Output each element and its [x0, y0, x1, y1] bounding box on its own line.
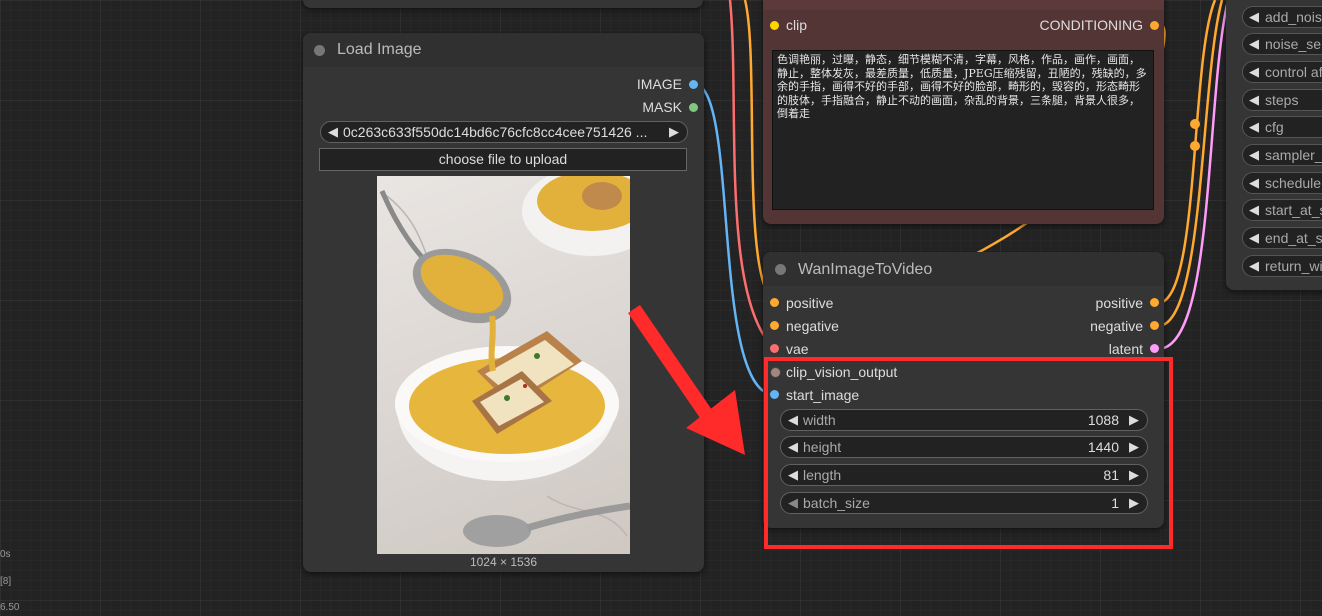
- stat-time: 0s: [0, 549, 11, 560]
- sampler-widget-cfg[interactable]: ◀ cfg: [1242, 116, 1322, 138]
- arrow-left-icon[interactable]: ◀: [1249, 230, 1259, 246]
- sampler-widget-start-at-step[interactable]: ◀ start_at_s: [1242, 199, 1322, 221]
- arrow-left-icon[interactable]: ◀: [1249, 119, 1259, 135]
- arrow-left-icon[interactable]: ◀: [1249, 64, 1259, 80]
- arrow-left-icon[interactable]: ◀: [1249, 258, 1259, 274]
- sampler-widget-add-noise[interactable]: ◀ add_nois: [1242, 6, 1322, 28]
- annotation-arrow-icon: [628, 305, 745, 455]
- sampler-widget-end-at-step[interactable]: ◀ end_at_s: [1242, 227, 1322, 249]
- arrow-left-icon[interactable]: ◀: [1249, 147, 1259, 163]
- sampler-widget-scheduler[interactable]: ◀ schedule: [1242, 172, 1322, 194]
- sampler-widget-steps[interactable]: ◀ steps: [1242, 89, 1322, 111]
- stat-queue: [8]: [0, 576, 12, 587]
- arrow-left-icon[interactable]: ◀: [1249, 92, 1259, 108]
- arrow-left-icon[interactable]: ◀: [1249, 202, 1259, 218]
- arrow-left-icon[interactable]: ◀: [1249, 9, 1259, 25]
- sampler-widget-noise-seed[interactable]: ◀ noise_se: [1242, 33, 1322, 55]
- arrow-left-icon[interactable]: ◀: [1249, 36, 1259, 52]
- sampler-widget-return-with-noise[interactable]: ◀ return_wi: [1242, 255, 1322, 277]
- stat-value: 6.50: [0, 602, 20, 613]
- sampler-widget-control-after[interactable]: ◀ control af: [1242, 61, 1322, 83]
- sampler-widget-sampler[interactable]: ◀ sampler_: [1242, 144, 1322, 166]
- arrow-left-icon[interactable]: ◀: [1249, 175, 1259, 191]
